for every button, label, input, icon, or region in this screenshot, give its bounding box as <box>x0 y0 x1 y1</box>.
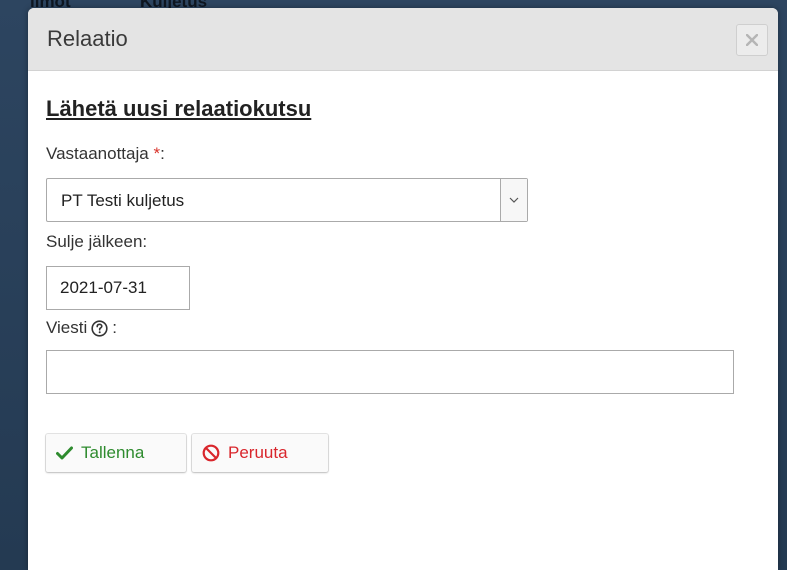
close-after-date-input[interactable] <box>46 266 190 310</box>
close-after-label: Sulje jälkeen: <box>46 232 148 251</box>
relation-dialog: Relaatio Lähetä uusi relaatiokutsu Vasta… <box>28 8 778 570</box>
recipient-select-value: PT Testi kuljetus <box>61 191 185 210</box>
cancel-button[interactable]: Peruuta <box>192 434 328 472</box>
help-icon[interactable] <box>91 319 108 337</box>
cancel-button-label: Peruuta <box>228 443 288 462</box>
check-icon <box>56 446 73 460</box>
message-label-suffix: : <box>112 318 117 337</box>
dialog-header: Relaatio <box>28 8 778 71</box>
recipient-label-text: Vastaanottaja <box>46 144 149 163</box>
save-button[interactable]: Tallenna <box>46 434 186 472</box>
close-icon <box>746 34 758 46</box>
recipient-label-suffix: : <box>160 144 165 163</box>
form-heading: Lähetä uusi relaatiokutsu <box>46 96 312 121</box>
recipient-label: Vastaanottaja *: <box>46 144 165 164</box>
message-input[interactable] <box>46 350 734 394</box>
chevron-down-icon[interactable] <box>500 179 527 221</box>
recipient-select[interactable]: PT Testi kuljetus <box>46 178 528 222</box>
save-button-label: Tallenna <box>81 443 145 462</box>
message-label-text: Viesti <box>46 318 88 337</box>
close-button[interactable] <box>736 24 768 56</box>
message-label: Viesti : <box>46 318 117 338</box>
dialog-body: Lähetä uusi relaatiokutsu Vastaanottaja … <box>46 96 760 472</box>
dialog-title: Relaatio <box>47 26 128 51</box>
ban-icon <box>202 444 220 462</box>
